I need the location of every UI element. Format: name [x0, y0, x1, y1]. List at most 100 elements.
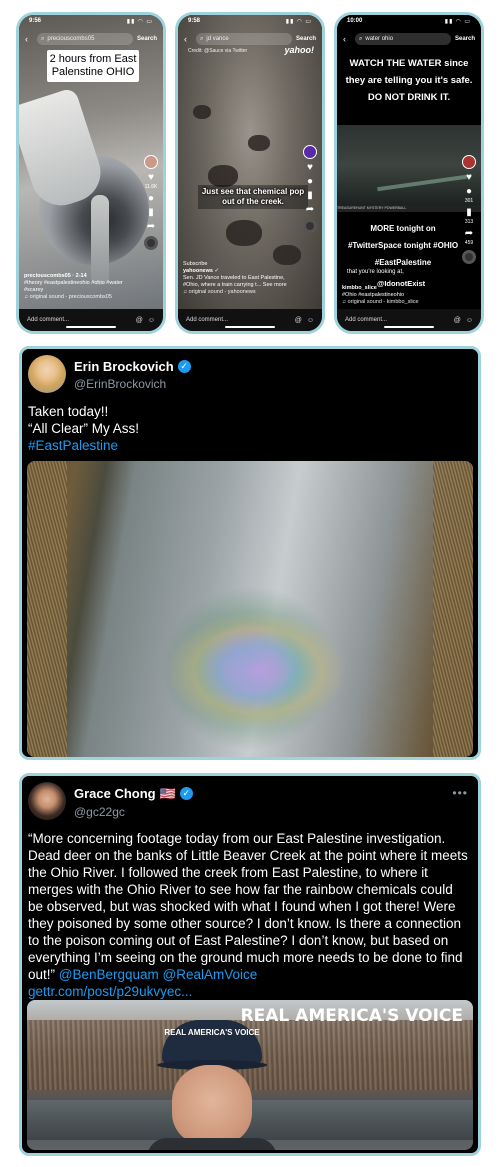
yahoo-logo: yahoo! — [284, 45, 314, 55]
verified-badge-icon: ✓ — [179, 787, 193, 800]
mention-links[interactable]: @BenBergquam @RealAmVoice — [55, 967, 258, 982]
display-name[interactable]: Grace Chong 🇺🇸 ✓ — [74, 786, 193, 802]
share-count: 459 — [464, 240, 474, 246]
bookmark-count: 313 — [464, 219, 474, 225]
heart-icon[interactable]: ♥ — [148, 173, 154, 183]
sound-disc-icon[interactable] — [303, 219, 317, 233]
grass-image — [433, 461, 473, 757]
search-input[interactable]: ⌕ water ohio — [355, 33, 451, 45]
emoji-icon[interactable]: ☺ — [307, 317, 314, 324]
tiktok-screenshot-3: TREASUREHUNT MYSTERY POWERBALL 10:00 ▮▮ … — [334, 12, 484, 334]
search-input[interactable]: ⌕ jd vance — [196, 33, 292, 45]
search-button[interactable]: Search — [455, 36, 475, 42]
video-tags: #Ohio #eastpalestineohio — [342, 292, 405, 298]
home-indicator — [225, 326, 275, 328]
video-user[interactable]: yahoonews ✓ — [183, 268, 298, 275]
tweet-grace-chong: Grace Chong 🇺🇸 ✓ @gc22gc ••• “More conce… — [19, 773, 481, 1156]
oil-sheen-image — [167, 611, 347, 731]
creator-avatar[interactable] — [462, 155, 476, 169]
signal-icon: ▮▮ ◠ ▭ — [444, 19, 471, 25]
video-user[interactable]: preciouscombs05 · 2-14 — [24, 273, 139, 280]
search-icon: ⌕ — [359, 35, 363, 42]
user-handle[interactable]: @ErinBrockovich — [74, 377, 191, 391]
pouring-water-image — [91, 195, 109, 285]
avatar[interactable] — [28, 355, 66, 393]
rock-image — [208, 165, 238, 187]
cap-logo: REAL AMERICA'S VOICE — [162, 1020, 262, 1065]
comment-icon[interactable]: ● — [148, 194, 154, 204]
search-query: jd vance — [206, 36, 229, 42]
more-options-icon[interactable]: ••• — [452, 786, 468, 800]
bookmark-icon[interactable]: ▮ — [148, 208, 154, 218]
comment-input[interactable]: Add comment... — [27, 317, 69, 323]
mention-icon[interactable]: @ — [136, 317, 143, 324]
channel-watermark: REAL AMERICA'S VOICE — [240, 1006, 463, 1026]
verified-badge-icon: ✓ — [177, 360, 191, 373]
search-button[interactable]: Search — [137, 36, 157, 42]
sound-disc-icon[interactable] — [144, 236, 158, 250]
video-sound[interactable]: ♫ original sound - kimbbo_slice — [342, 299, 457, 306]
comment-input[interactable]: Add comment... — [186, 317, 228, 323]
search-query: preciouscombs05 — [47, 36, 95, 42]
video-tags: #theory #eastpalestineohio #ohio #water … — [24, 280, 123, 293]
status-bar: 9:58 ▮▮ ◠ ▭ — [188, 18, 312, 28]
search-button[interactable]: Search — [296, 36, 316, 42]
heart-icon[interactable]: ♥ — [466, 173, 472, 183]
video-meta: preciouscombs05 · 2-14 #theory #eastpale… — [24, 273, 139, 301]
rock-image — [193, 105, 211, 119]
video-caption: Just see that chemical pop out of the cr… — [198, 185, 308, 209]
video-user[interactable]: kimbbo_slice — [342, 285, 457, 292]
avatar[interactable] — [28, 782, 66, 820]
emoji-icon[interactable]: ☺ — [466, 317, 473, 324]
signal-icon: ▮▮ ◠ ▭ — [126, 19, 153, 25]
bookmark-icon[interactable]: ▮ — [466, 208, 472, 218]
comment-icon[interactable]: ● — [307, 177, 313, 187]
watermark-text: REAL AMERICA'S VOICE — [240, 1006, 463, 1026]
search-query: water ohio — [365, 36, 394, 42]
tweet-header: Grace Chong 🇺🇸 ✓ @gc22gc — [28, 782, 468, 822]
grass-image — [27, 461, 67, 757]
status-time: 9:58 — [188, 18, 201, 24]
video-sound[interactable]: ♫ original sound - preciouscombs05 — [24, 294, 139, 301]
search-icon: ⌕ — [41, 35, 45, 42]
back-arrow-icon[interactable]: ‹ — [184, 34, 192, 44]
share-icon[interactable]: ➦ — [306, 205, 314, 215]
mention-icon[interactable]: @ — [295, 317, 302, 324]
tweet-header: Erin Brockovich ✓ @ErinBrockovich — [28, 355, 468, 395]
video-caption: 2 hours from East Palenstine OHIO — [47, 50, 139, 82]
creator-avatar[interactable] — [144, 155, 158, 169]
status-bar: 9:56 ▮▮ ◠ ▭ — [29, 18, 153, 28]
share-icon[interactable]: ➦ — [147, 222, 155, 232]
display-name[interactable]: Erin Brockovich ✓ — [74, 359, 191, 374]
hashtag-link[interactable]: #EastPalestine — [28, 437, 468, 454]
tiktok-screenshot-1: 9:56 ▮▮ ◠ ▭ ‹ ⌕ preciouscombs05 Search 2… — [16, 12, 166, 334]
tweet-erin-brockovich: Erin Brockovich ✓ @ErinBrockovich Taken … — [19, 346, 481, 760]
bookmark-icon[interactable]: ▮ — [307, 191, 313, 201]
video-sound[interactable]: ♫ original sound - yahoonews — [183, 289, 298, 296]
status-time: 9:56 — [29, 18, 42, 24]
signal-icon: ▮▮ ◠ ▭ — [285, 19, 312, 25]
tweet-video[interactable]: REAL AMERICA'S VOICE REAL AMERICA'S VOIC… — [27, 1000, 473, 1150]
sound-disc-icon[interactable] — [462, 250, 476, 264]
creator-avatar[interactable] — [303, 145, 317, 159]
display-name-text: Grace Chong — [74, 786, 156, 801]
heart-icon[interactable]: ♥ — [307, 163, 313, 173]
subscribe-button[interactable]: Subscribe — [183, 261, 298, 268]
tweet-text: “More concerning footage today from our … — [28, 830, 468, 1000]
emoji-icon[interactable]: ☺ — [148, 317, 155, 324]
comment-input[interactable]: Add comment... — [345, 317, 387, 323]
reporter-image: REAL AMERICA'S VOICE — [147, 1020, 277, 1150]
mention-icon[interactable]: @ — [454, 317, 461, 324]
comment-icon[interactable]: ● — [466, 187, 472, 197]
search-input[interactable]: ⌕ preciouscombs05 — [37, 33, 133, 45]
tweet-photo[interactable] — [27, 461, 473, 757]
search-icon: ⌕ — [200, 35, 204, 42]
home-indicator — [384, 326, 434, 328]
external-link[interactable]: gettr.com/post/p29ukvyec... — [28, 983, 468, 1000]
back-arrow-icon[interactable]: ‹ — [343, 34, 351, 44]
share-icon[interactable]: ➦ — [465, 229, 473, 239]
video-bottom-caption: MORE tonight on #TwitterSpace tonight #O… — [347, 224, 459, 267]
back-arrow-icon[interactable]: ‹ — [25, 34, 33, 44]
video-meta: Subscribe yahoonews ✓ Sen. JD Vance trav… — [183, 261, 298, 296]
user-handle[interactable]: @gc22gc — [74, 805, 193, 819]
